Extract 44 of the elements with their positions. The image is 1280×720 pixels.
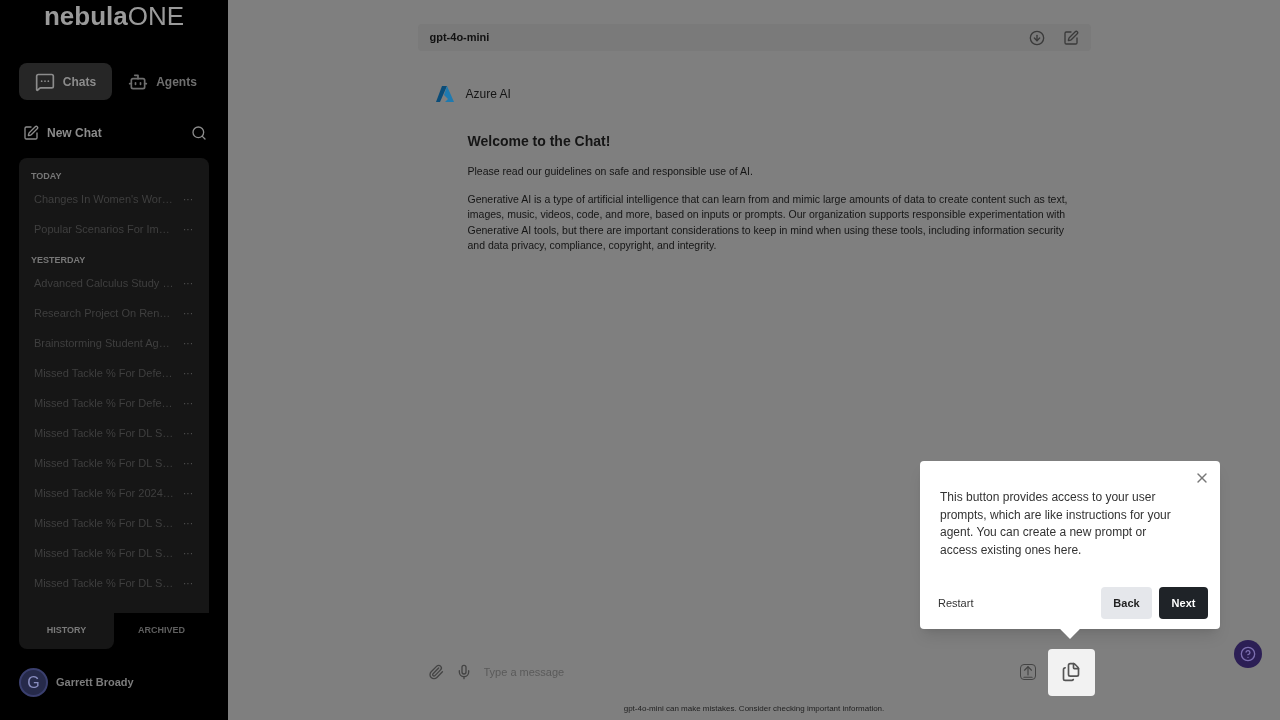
tour-text: This button provides access to your user prompts, which are like instructions for your agent. You can create a new prompt or access existing ones here. (940, 489, 1172, 559)
assistant-name: Azure AI (465, 86, 511, 103)
pen-icon (23, 125, 39, 141)
paperclip-icon[interactable] (427, 664, 444, 680)
help-button[interactable] (1234, 640, 1262, 668)
download-icon[interactable] (1028, 29, 1045, 46)
prompts-button[interactable] (1047, 648, 1095, 696)
chat-bubbles-icon (34, 71, 55, 92)
new-chat-button[interactable]: New Chat (23, 124, 102, 142)
next-button[interactable]: Next (1159, 587, 1208, 619)
more-menu[interactable]: ··· (183, 221, 197, 237)
group-heading: YESTERDAY (31, 254, 87, 267)
more-menu[interactable]: ··· (183, 365, 197, 381)
documents-icon (1061, 662, 1081, 682)
more-menu[interactable]: ··· (183, 305, 197, 321)
back-button[interactable]: Back (1101, 587, 1152, 619)
help-icon (1240, 646, 1256, 662)
logo-icon (435, 86, 454, 102)
paragraph: Please read our guidelines on safe and responsible use of AI. (467, 164, 754, 179)
more-menu[interactable]: ··· (183, 455, 197, 471)
sidebar-tab[interactable]: Chats (19, 63, 112, 100)
group-heading: TODAY (31, 170, 63, 183)
more-menu[interactable]: ··· (183, 335, 197, 351)
welcome-title: Welcome to the Chat! (467, 132, 612, 151)
send-icon[interactable] (1019, 664, 1036, 680)
sidebar-tab[interactable]: Agents (116, 63, 209, 100)
paragraph: Generative AI is a type of artificial intelligence that can learn from and mimic large amounts of data to create content such as text, images, music, videos, code, and more, based on inputs or prompts. Our organization supports responsible experimentation with Generative AI tools, but there are important considerations to keep in mind when using these tools, including information security and data privacy, compliance, copyright, and integrity. (467, 191, 1069, 254)
edit-icon[interactable] (1062, 29, 1079, 46)
more-menu[interactable]: ··· (183, 275, 197, 291)
more-menu[interactable]: ··· (183, 485, 197, 501)
search-icon[interactable] (191, 125, 207, 141)
more-menu[interactable]: ··· (183, 425, 197, 441)
user-avatar[interactable]: G (19, 668, 48, 697)
disclaimer: gpt-4o-mini can make mistakes. Consider checking important information. (622, 703, 886, 715)
restart-button[interactable]: Restart (938, 594, 974, 612)
more-menu[interactable]: ··· (183, 191, 197, 207)
more-menu[interactable]: ··· (183, 395, 197, 411)
more-menu[interactable]: ··· (183, 545, 197, 561)
model-name[interactable]: gpt-4o-mini (429, 29, 490, 46)
logo: nebulaONE (42, 0, 186, 33)
more-menu[interactable]: ··· (183, 515, 197, 531)
user-name: Garrett Broady (56, 675, 134, 691)
list-tab[interactable]: HISTORY (19, 613, 114, 649)
more-menu[interactable]: ··· (183, 575, 197, 591)
